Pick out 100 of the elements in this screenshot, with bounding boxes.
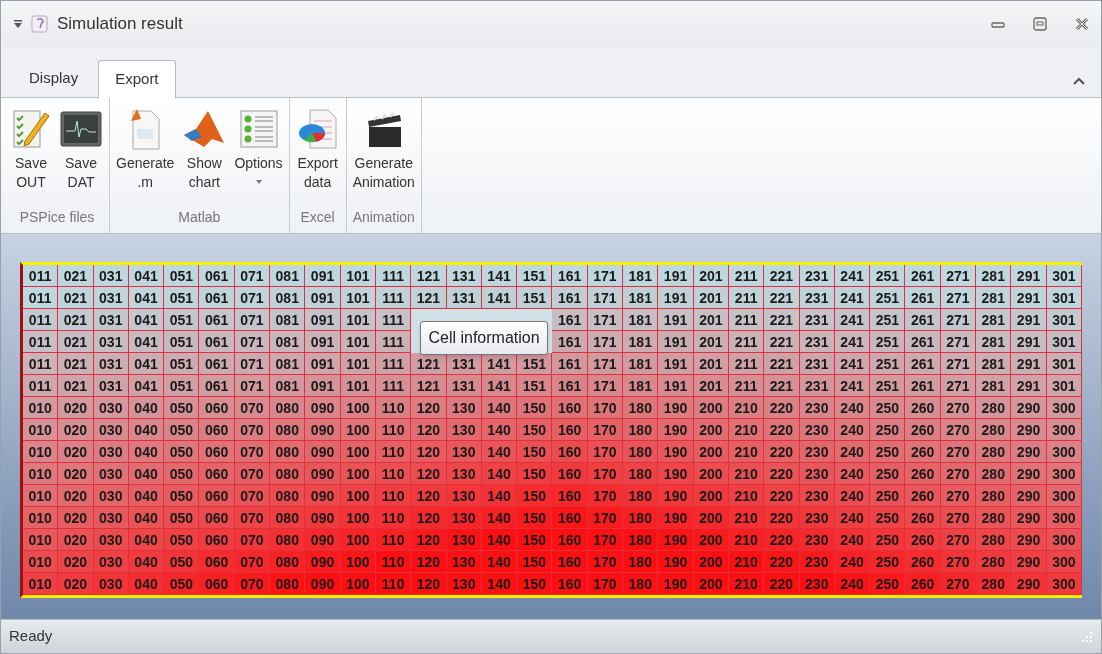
table-cell: 030 — [93, 419, 129, 441]
table-cell: 171 — [587, 287, 624, 309]
table-cell: 040 — [128, 485, 165, 507]
table-cell: 220 — [764, 419, 800, 441]
table-cell: 170 — [587, 507, 624, 529]
table-cell: 100 — [340, 551, 376, 573]
ribbon-button[interactable]: Options — [231, 104, 286, 185]
table-cell: 300 — [1046, 573, 1082, 595]
table-cell: 221 — [764, 353, 800, 375]
table-cell: 081 — [270, 287, 306, 309]
table-cell: 220 — [764, 573, 800, 595]
collapse-ribbon-icon[interactable] — [1073, 77, 1085, 85]
dropdown-arrow-icon[interactable] — [13, 19, 23, 29]
table-cell: 020 — [58, 463, 94, 485]
table-cell: 170 — [587, 419, 624, 441]
table-cell: 181 — [623, 265, 659, 287]
table-cell: 290 — [1011, 551, 1047, 573]
table-cell: 160 — [552, 419, 588, 441]
table-cell: 230 — [799, 529, 835, 551]
table-cell: 030 — [93, 463, 129, 485]
table-cell: 021 — [58, 331, 94, 353]
table-cell: 250 — [870, 419, 906, 441]
table-cell: 280 — [976, 419, 1012, 441]
peak-surface-icon — [182, 109, 227, 149]
table-cell: 121 — [411, 287, 447, 309]
table-cell: 150 — [517, 529, 553, 551]
table-cell: 230 — [799, 507, 835, 529]
table-cell: 180 — [623, 441, 659, 463]
table-cell: 251 — [870, 309, 906, 331]
table-cell: 060 — [199, 463, 235, 485]
table-cell: 220 — [764, 551, 800, 573]
table-cell: 300 — [1046, 485, 1082, 507]
table-cell: 011 — [23, 375, 59, 397]
table-cell: 271 — [940, 287, 977, 309]
table-cell: 040 — [128, 441, 165, 463]
ribbon-button[interactable]: Export data — [292, 104, 343, 192]
table-cell: 190 — [658, 573, 694, 595]
table-cell: 161 — [552, 265, 588, 287]
table-cell: 150 — [517, 441, 553, 463]
table-cell: 060 — [199, 441, 235, 463]
table-cell: 100 — [340, 463, 376, 485]
table-cell: 111 — [376, 309, 412, 331]
table-cell: 060 — [199, 573, 235, 595]
minimize-icon[interactable] — [991, 19, 1005, 29]
table-cell: 170 — [587, 529, 624, 551]
table-cell: 081 — [270, 353, 306, 375]
table-cell: 170 — [587, 463, 624, 485]
table-cell: 191 — [658, 331, 694, 353]
table-cell: 240 — [834, 551, 871, 573]
maximize-icon[interactable] — [1033, 17, 1047, 31]
ribbon-button[interactable]: Save OUT — [8, 104, 54, 192]
table-cell: 031 — [93, 375, 129, 397]
table-cell: 100 — [340, 397, 376, 419]
checklist-pencil-icon — [11, 107, 51, 151]
table-cell: 190 — [658, 419, 694, 441]
table-cell: 140 — [481, 397, 518, 419]
table-cell: 120 — [411, 397, 447, 419]
table-cell: 010 — [23, 507, 59, 529]
table-cell: 120 — [411, 507, 447, 529]
table-cell: 181 — [623, 353, 659, 375]
table-cell: 140 — [481, 485, 518, 507]
table-cell: 140 — [481, 419, 518, 441]
table-cell: 041 — [128, 287, 165, 309]
ribbon-button[interactable]: Generate Animation — [349, 104, 418, 192]
ribbon-tab[interactable]: Display — [13, 59, 95, 97]
table-cell: 150 — [517, 507, 553, 529]
table-cell: 220 — [764, 485, 800, 507]
close-icon[interactable] — [1075, 17, 1089, 31]
table-cell: 061 — [199, 287, 235, 309]
table-cell: 011 — [23, 309, 59, 331]
table-cell: 290 — [1011, 485, 1047, 507]
table-cell: 241 — [834, 265, 871, 287]
table-cell: 100 — [340, 507, 376, 529]
table-cell: 121 — [411, 375, 447, 397]
table-cell: 171 — [587, 265, 624, 287]
ribbon-button[interactable]: Generate .m — [113, 104, 178, 192]
table-cell: 300 — [1046, 397, 1082, 419]
table-cell: 051 — [164, 375, 200, 397]
ribbon-button[interactable]: Save DAT — [56, 104, 106, 192]
table-cell: 090 — [305, 529, 341, 551]
table-cell: 200 — [693, 551, 729, 573]
table-cell: 160 — [552, 551, 588, 573]
ribbon-button[interactable]: Show chart — [179, 104, 230, 192]
table-cell: 070 — [234, 507, 271, 529]
ribbon-tab[interactable]: Export — [98, 60, 176, 98]
table-cell: 041 — [128, 375, 165, 397]
table-cell: 270 — [940, 463, 977, 485]
table-cell: 031 — [93, 309, 129, 331]
table-cell: 291 — [1011, 353, 1047, 375]
table-cell: 250 — [870, 485, 906, 507]
tooltip: Cell information — [420, 321, 548, 355]
table-cell: 210 — [729, 551, 765, 573]
table-cell: 250 — [870, 573, 906, 595]
resize-grip-icon[interactable] — [1081, 630, 1093, 643]
table-cell: 130 — [446, 529, 482, 551]
table-cell: 181 — [623, 287, 659, 309]
table-cell: 120 — [411, 463, 447, 485]
table-cell: 080 — [270, 551, 306, 573]
table-cell: 120 — [411, 441, 447, 463]
table-cell: 211 — [729, 265, 765, 287]
